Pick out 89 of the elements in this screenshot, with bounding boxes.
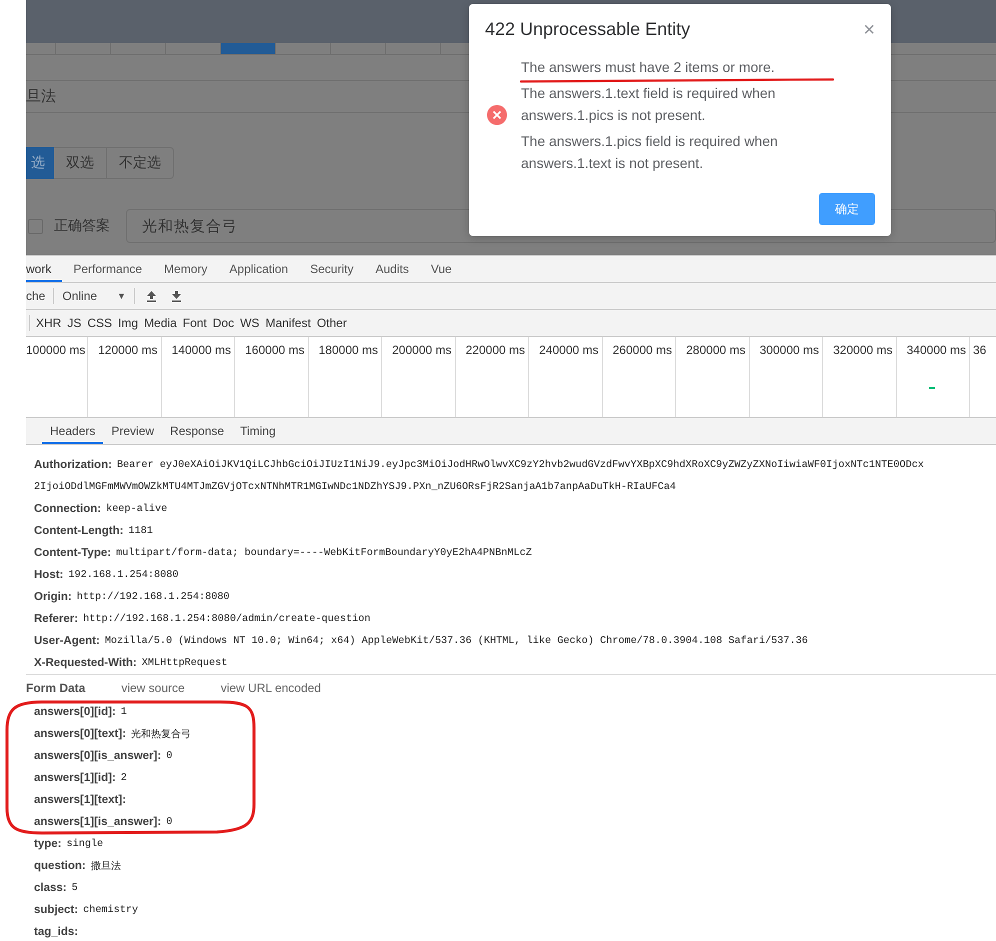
header-value: http://192.168.1.254:8080/admin/create-question: [83, 614, 370, 624]
time-tick: 320000 ms: [833, 343, 892, 357]
header-name: User-Agent:: [34, 635, 100, 647]
header-value: 2IjoiODdlMGFmMWVmOWZkMTU4MTJmZGVjOTcxNTNhMTR1MGIwNDc1NDZhYSJ9.PXn_nZU6ORsFjR2SanjaA1b7anpAaDuTkH-RIaUFCa4: [34, 482, 676, 492]
time-tick: 280000 ms: [686, 343, 746, 357]
header-name: Authorization:: [34, 459, 112, 471]
section-title: Form Data: [26, 681, 86, 695]
form-field-name: answers[0][text]:: [34, 728, 126, 740]
form-field-name: class:: [34, 882, 67, 894]
filter-button[interactable]: Img: [118, 316, 138, 330]
filter-button[interactable]: Media: [144, 316, 177, 330]
devtools-tab[interactable]: work: [26, 256, 62, 282]
header-name: Connection:: [34, 503, 102, 515]
devtools-tab[interactable]: Vue: [420, 256, 463, 282]
time-tick: 200000 ms: [392, 343, 452, 357]
header-name: Content-Length:: [34, 525, 124, 537]
detail-tab[interactable]: Timing: [232, 418, 284, 444]
time-tick: 260000 ms: [612, 343, 672, 357]
devtools-tab[interactable]: Audits: [364, 256, 420, 282]
form-field-value: 2: [120, 772, 127, 784]
throttle-select[interactable]: Online: [62, 289, 98, 303]
filter-button[interactable]: XHR: [36, 316, 62, 330]
form-field-name: answers[0][is_answer]:: [34, 750, 162, 762]
upload-icon[interactable]: [146, 290, 157, 302]
time-tick: 300000 ms: [760, 343, 819, 357]
form-field-name: answers[1][id]:: [34, 772, 116, 784]
header-name: Referer:: [34, 613, 78, 625]
time-tick: 180000 ms: [318, 343, 378, 357]
form-field-value: 光和热复合弓: [131, 728, 192, 741]
view-link[interactable]: view URL encoded: [220, 681, 321, 695]
error-message: The answers.1.text field is required when answers.1.pics is not present.: [521, 84, 776, 125]
form-field-value: chemistry: [83, 904, 138, 916]
form-field-value: 5: [72, 882, 78, 894]
form-field-value: 1: [120, 706, 127, 718]
view-link[interactable]: view source: [121, 681, 185, 695]
filter-button[interactable]: Manifest: [265, 316, 311, 330]
time-tick: 120000 ms: [98, 343, 158, 357]
correct-answer-label: 正确答案: [54, 217, 110, 235]
header-value: keep-alive: [106, 504, 168, 514]
header-value: multipart/form-data; boundary=----WebKitFormBoundaryY0yE2hA4PNBnMLcZ: [116, 548, 532, 558]
page-tab[interactable]: [221, 43, 276, 54]
header-name: Content-Type:: [34, 547, 112, 559]
form-field-value: 0: [166, 750, 172, 762]
header-name: Origin:: [34, 591, 72, 603]
time-tick: 220000 ms: [466, 343, 525, 357]
header-value: 192.168.1.254:8080: [68, 570, 178, 580]
devtools-tab[interactable]: Memory: [153, 256, 218, 282]
header-value: 1181: [128, 526, 153, 536]
form-field-name: type:: [34, 838, 62, 850]
dialog-title: 422 Unprocessable Entity: [485, 19, 690, 40]
filter-button[interactable]: Doc: [212, 316, 234, 330]
detail-tab[interactable]: Response: [162, 418, 232, 444]
filter-button[interactable]: JS: [67, 316, 82, 330]
devtools-tab[interactable]: Application: [218, 256, 300, 282]
error-message: The answers must have 2 items or more.: [521, 58, 776, 77]
filter-button[interactable]: CSS: [87, 316, 112, 330]
devtools-tab[interactable]: Security: [299, 256, 364, 282]
caret-icon[interactable]: ▼: [117, 291, 126, 301]
header-value: http://192.168.1.254:8080: [76, 592, 230, 602]
header-name: Host:: [34, 569, 64, 581]
form-field-name: answers[1][is_answer]:: [34, 816, 162, 828]
filter-button[interactable]: Other: [316, 316, 347, 330]
download-icon[interactable]: [170, 290, 182, 302]
header-name: X-Requested-With:: [34, 657, 137, 669]
form-field-name: answers[0][id]:: [34, 706, 116, 718]
time-tick: 140000 ms: [172, 343, 231, 357]
form-field-name: subject:: [34, 904, 78, 916]
error-message: The answers.1.pics field is required when answers.1.text is not present.: [521, 132, 779, 173]
time-tick: 240000 ms: [539, 343, 598, 357]
header-value: Mozilla/5.0 (Windows NT 10.0; Win64; x64) AppleWebKit/537.36 (KHTML, like Gecko) Chrome/78.0.3904.108 Safari/537.36: [104, 636, 808, 646]
time-tick: 160000 ms: [245, 343, 304, 357]
detail-tab[interactable]: Headers: [42, 418, 104, 444]
header-value: XMLHttpRequest: [142, 658, 228, 668]
time-tick: 340000 ms: [906, 343, 966, 357]
devtools-tab[interactable]: Performance: [62, 256, 154, 282]
header-value: Bearer eyJ0eXAiOiJKV1QiLCJhbGciOiJIUzI1NiJ9.eyJpc3MiOiJodHRwOlwvXC9zY2hvb2wudGVzdFwvYXBpXC9hdXRoXC9yZWZyZXNoIiwiaWF0IjoxNTc1NTE0ODcx: [116, 460, 924, 470]
time-tick: 36: [973, 343, 986, 357]
disable-cache-label[interactable]: che: [26, 289, 46, 303]
form-field-name: question:: [34, 860, 86, 872]
form-field-value: 0: [166, 816, 172, 828]
form-field-name: tag_ids:: [34, 926, 78, 938]
form-field-name: answers[1][text]:: [34, 794, 126, 806]
form-field-value: 撒旦法: [90, 860, 121, 873]
detail-tab[interactable]: Preview: [103, 418, 162, 444]
time-tick: 100000 ms: [26, 343, 86, 357]
form-field-value: single: [66, 838, 104, 850]
filter-button[interactable]: WS: [240, 316, 260, 330]
filter-button[interactable]: Font: [182, 316, 207, 330]
error-icon: [487, 105, 507, 125]
